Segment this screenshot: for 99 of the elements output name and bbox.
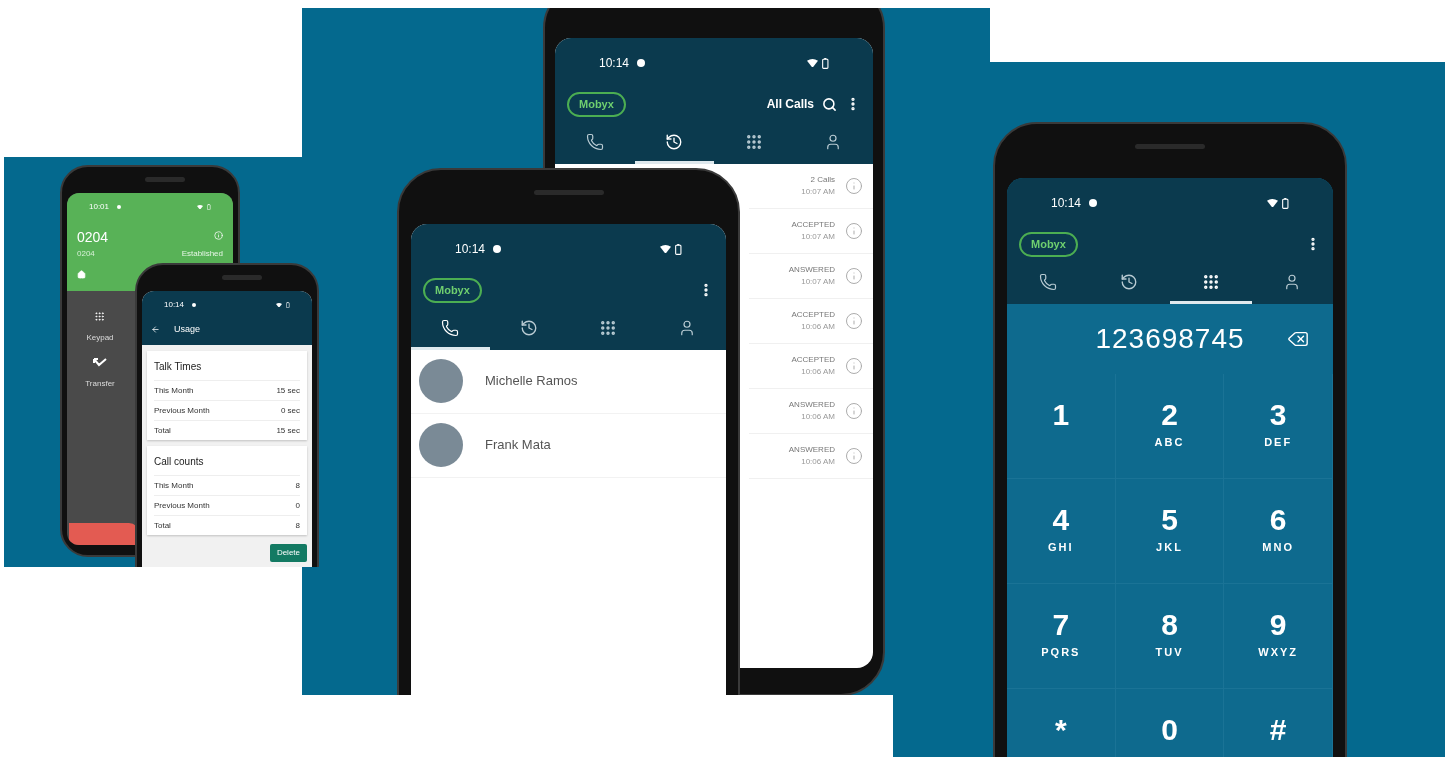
battery-icon bbox=[207, 204, 211, 210]
phone-icon bbox=[585, 132, 604, 151]
usage-value: 15 sec bbox=[276, 384, 300, 397]
dial-key[interactable]: 0 bbox=[1115, 688, 1225, 757]
dial-key[interactable]: 4 GHI bbox=[1007, 478, 1116, 584]
speaker-grille bbox=[1135, 144, 1205, 149]
card-title: Call counts bbox=[154, 455, 205, 469]
card-title: Talk Times bbox=[154, 360, 203, 374]
call-row[interactable]: ACCEPTED 10:06 AM bbox=[749, 298, 873, 344]
keypad-icon bbox=[94, 311, 106, 322]
call-state: Established bbox=[181, 248, 223, 260]
history-icon bbox=[1120, 272, 1139, 291]
status-time: 10:01 bbox=[89, 201, 110, 213]
usage-label: This Month bbox=[154, 384, 194, 397]
contact-row[interactable]: Michelle Ramos bbox=[411, 349, 726, 414]
dial-key[interactable]: 7 PQRS bbox=[1007, 583, 1116, 689]
dialed-number: 123698745 bbox=[1095, 321, 1245, 356]
contact-row[interactable]: Frank Mata bbox=[411, 413, 726, 478]
call-status: ACCEPTED bbox=[791, 353, 835, 366]
call-status: ANSWERED bbox=[788, 263, 835, 276]
call-status: 2 Calls bbox=[810, 173, 835, 186]
call-time: 10:07 AM bbox=[801, 185, 835, 198]
dial-key[interactable]: 5 JKL bbox=[1115, 478, 1225, 584]
dial-key[interactable]: # bbox=[1224, 688, 1333, 757]
battery-icon bbox=[1282, 197, 1289, 209]
call-row[interactable]: ANSWERED 10:07 AM bbox=[749, 253, 873, 299]
dial-key[interactable]: * bbox=[1007, 688, 1116, 757]
info-icon bbox=[214, 231, 223, 240]
call-status: ACCEPTED bbox=[791, 218, 835, 231]
call-status: ANSWERED bbox=[788, 443, 835, 456]
usage-label: Total bbox=[154, 424, 171, 437]
wifi-icon bbox=[660, 244, 672, 254]
dial-key[interactable]: 6 MNO bbox=[1224, 478, 1333, 584]
call-row[interactable]: 2 Calls 10:07 AM bbox=[749, 163, 873, 209]
call-row[interactable]: ANSWERED 10:06 AM bbox=[749, 388, 873, 434]
wifi-icon bbox=[1267, 198, 1279, 208]
back-icon[interactable] bbox=[151, 325, 160, 335]
contact-name: Michelle Ramos bbox=[485, 372, 578, 391]
delete-button[interactable]: Delete bbox=[269, 544, 307, 562]
usage-value: 15 sec bbox=[276, 424, 300, 437]
dial-key[interactable]: 8 TUV bbox=[1115, 583, 1225, 689]
call-time: 10:06 AM bbox=[801, 455, 835, 468]
wifi-icon bbox=[197, 204, 204, 210]
call-action-button[interactable]: Keypad bbox=[86, 311, 114, 344]
dial-key[interactable]: 3 DEF bbox=[1224, 373, 1333, 479]
speaker-grille bbox=[533, 190, 604, 195]
avatar-photo-placeholder bbox=[419, 359, 463, 403]
history-icon bbox=[665, 132, 684, 151]
status-time: 10:14 bbox=[1051, 195, 1082, 212]
brand-badge: Mobyx bbox=[567, 92, 626, 117]
brand-badge: Mobyx bbox=[1019, 232, 1078, 257]
avatar-photo-placeholder bbox=[419, 423, 463, 467]
call-time: 10:07 AM bbox=[801, 230, 835, 243]
usage-value: 0 bbox=[295, 499, 300, 512]
call-row[interactable]: ANSWERED 10:06 AM bbox=[749, 433, 873, 479]
keypad-icon bbox=[598, 318, 617, 337]
usage-value: 8 bbox=[295, 519, 300, 532]
wifi-icon bbox=[276, 302, 283, 308]
check-arrow-icon bbox=[93, 358, 107, 368]
screen-title: Usage bbox=[174, 323, 200, 336]
speaker-grille bbox=[145, 177, 185, 182]
caller-subtitle: 0204 bbox=[77, 248, 95, 260]
usage-label: Previous Month bbox=[154, 499, 210, 512]
usage-label: Total bbox=[154, 519, 171, 532]
call-status: ANSWERED bbox=[788, 398, 835, 411]
call-time: 10:06 AM bbox=[801, 320, 835, 333]
battery-icon bbox=[286, 302, 290, 308]
usage-label: This Month bbox=[154, 479, 194, 492]
call-time: 10:06 AM bbox=[801, 365, 835, 378]
wifi-icon bbox=[807, 58, 819, 68]
call-status: ACCEPTED bbox=[791, 308, 835, 321]
phone-icon bbox=[441, 318, 460, 337]
usage-value: 8 bbox=[295, 479, 300, 492]
status-time: 10:14 bbox=[599, 55, 630, 72]
keypad-icon bbox=[744, 132, 763, 151]
contact-name: Frank Mata bbox=[485, 436, 551, 455]
caller-number: 0204 bbox=[77, 228, 109, 247]
search-icon[interactable] bbox=[822, 96, 837, 112]
call-row[interactable]: ACCEPTED 10:07 AM bbox=[749, 208, 873, 254]
speaker-grille bbox=[222, 275, 262, 280]
status-time: 10:14 bbox=[455, 241, 486, 258]
brand-badge: Mobyx bbox=[423, 278, 482, 303]
battery-icon bbox=[675, 243, 682, 255]
call-time: 10:07 AM bbox=[801, 275, 835, 288]
dial-key[interactable]: 2 ABC bbox=[1115, 373, 1225, 479]
dial-key[interactable]: 9 WXYZ bbox=[1224, 583, 1333, 689]
phone-icon bbox=[1038, 272, 1057, 291]
call-action-button[interactable]: Transfer bbox=[85, 358, 115, 390]
call-time: 10:06 AM bbox=[801, 410, 835, 423]
filter-label[interactable]: All Calls bbox=[766, 95, 814, 114]
keypad-icon bbox=[1201, 272, 1220, 291]
home-icon bbox=[77, 270, 86, 279]
usage-label: Previous Month bbox=[154, 404, 210, 417]
status-time: 10:14 bbox=[164, 299, 185, 311]
call-row[interactable]: ACCEPTED 10:06 AM bbox=[749, 343, 873, 389]
usage-value: 0 sec bbox=[280, 404, 300, 417]
battery-icon bbox=[822, 57, 829, 69]
dial-key[interactable]: 1 bbox=[1007, 373, 1116, 479]
history-icon bbox=[520, 318, 539, 337]
